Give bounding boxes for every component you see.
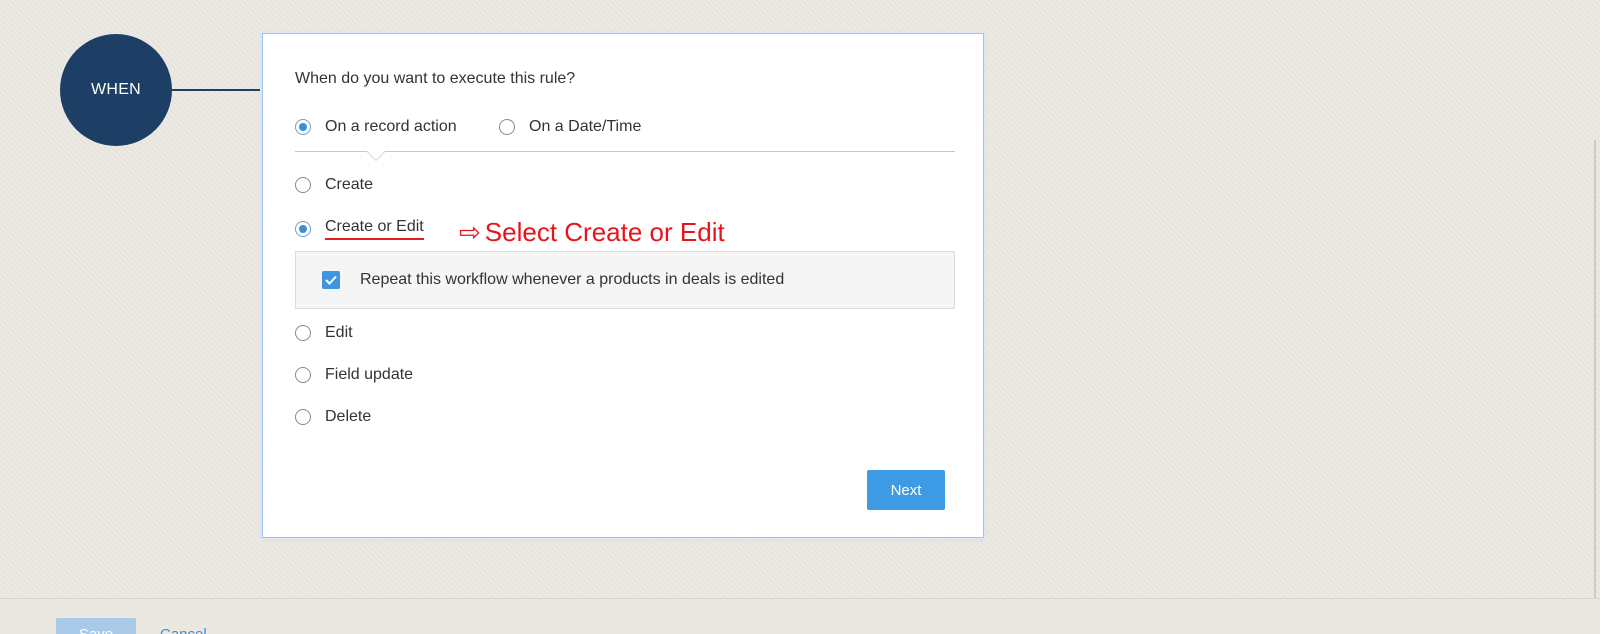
checkbox-checked-icon[interactable] — [322, 271, 340, 289]
action-option-create-or-edit[interactable]: Create or Edit — [295, 218, 424, 240]
footer-bar — [0, 598, 1600, 634]
save-button[interactable]: Save — [56, 618, 136, 634]
action-option-field-update[interactable]: Field update — [295, 366, 413, 384]
page-scrollbar[interactable] — [1594, 140, 1596, 600]
action-option-delete[interactable]: Delete — [295, 408, 371, 426]
tab-divider — [295, 151, 955, 152]
action-option-label: Field update — [325, 366, 414, 383]
annotation-arrow-icon: ⇨ — [459, 217, 481, 247]
rule-trigger-card: When do you want to execute this rule? O… — [262, 33, 984, 538]
trigger-option-record-action[interactable]: On a record action — [295, 118, 457, 136]
radio-empty-icon[interactable] — [499, 119, 515, 135]
radio-empty-icon[interactable] — [295, 177, 311, 193]
trigger-option-label: On a record action — [325, 118, 457, 135]
trigger-option-date-time[interactable]: On a Date/Time — [499, 118, 641, 136]
radio-empty-icon[interactable] — [295, 409, 311, 425]
repeat-workflow-option[interactable]: Repeat this workflow whenever a products… — [295, 251, 955, 309]
tab-pointer-fill — [367, 151, 385, 160]
radio-selected-icon[interactable] — [295, 119, 311, 135]
trigger-question: When do you want to execute this rule? — [295, 70, 576, 87]
next-button[interactable]: Next — [867, 470, 945, 510]
radio-selected-icon[interactable] — [295, 221, 311, 237]
annotation-text: Select Create or Edit — [484, 217, 725, 247]
trigger-option-label: On a Date/Time — [529, 118, 642, 135]
action-option-label: Edit — [325, 324, 353, 341]
action-option-label: Create or Edit — [325, 218, 424, 240]
action-option-label: Delete — [325, 408, 372, 425]
radio-empty-icon[interactable] — [295, 325, 311, 341]
action-option-create[interactable]: Create — [295, 176, 373, 194]
workflow-canvas: WHEN When do you want to execute this ru… — [0, 0, 1600, 634]
action-option-label: Create — [325, 176, 374, 193]
when-node: WHEN — [60, 34, 172, 146]
action-option-edit[interactable]: Edit — [295, 324, 353, 342]
radio-empty-icon[interactable] — [295, 367, 311, 383]
repeat-workflow-label: Repeat this workflow whenever a products… — [360, 271, 785, 288]
annotation-callout: ⇨ Select Create or Edit — [459, 217, 725, 248]
cancel-link[interactable]: Cancel — [160, 626, 207, 634]
when-node-label: WHEN — [90, 81, 142, 98]
node-connector — [172, 89, 262, 91]
